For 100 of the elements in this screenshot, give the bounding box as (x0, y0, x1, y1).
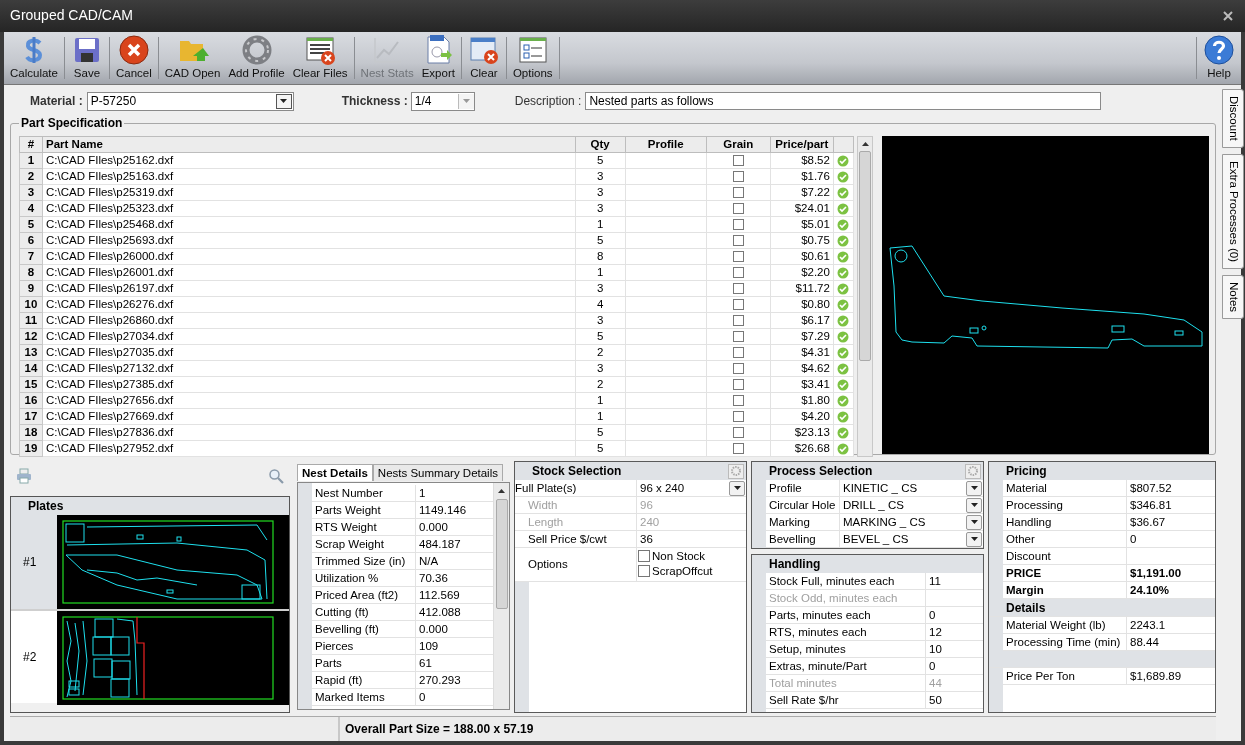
grain-checkbox[interactable] (732, 235, 744, 247)
table-cell: C:\CAD FIles\p25163.dxf (42, 168, 576, 185)
toolbar-button[interactable]: Options (508, 33, 557, 82)
side-tab[interactable]: Extra Processes (0) (1222, 153, 1244, 269)
table-cell: $26.68 (770, 440, 834, 457)
toolbar-button[interactable]: CAD Open (160, 33, 225, 82)
grain-checkbox[interactable] (732, 427, 744, 439)
property-name: PRICE (1003, 565, 1127, 582)
description-field[interactable]: Nested parts as follows (585, 92, 1102, 110)
table-cell: $0.75 (770, 232, 834, 249)
grain-checkbox[interactable] (732, 395, 744, 407)
section-title: Details (1006, 601, 1046, 615)
side-tab[interactable]: Notes (1222, 274, 1244, 319)
grain-checkbox[interactable] (732, 171, 744, 183)
property-name: Extras, minute/Part (766, 658, 926, 675)
toolbar-button[interactable]: Save (66, 33, 107, 82)
gear-icon (730, 465, 742, 477)
property-name: Parts (312, 655, 416, 672)
grain-checkbox[interactable] (732, 155, 744, 167)
grain-checkbox[interactable] (732, 299, 744, 311)
table-cell: 3 (575, 312, 626, 329)
dropdown-button[interactable] (966, 497, 982, 513)
panel-title: Stock Selection (532, 463, 622, 479)
status-check-icon (837, 330, 850, 343)
dropdown-button[interactable] (966, 531, 982, 547)
property-value: $1,689.89 (1130, 670, 1182, 682)
toolbar-button[interactable]: Add Profile (224, 33, 289, 82)
toolbar-button[interactable]: Export (417, 33, 459, 82)
table-cell: C:\CAD FIles\p27952.dxf (42, 440, 576, 457)
scrollbar[interactable] (493, 483, 509, 709)
table-cell: C:\CAD FIles\p26197.dxf (42, 280, 576, 297)
grain-checkbox[interactable] (732, 443, 744, 455)
search-icon[interactable] (268, 468, 284, 484)
grain-checkbox[interactable] (732, 379, 744, 391)
property-name: Length (515, 514, 637, 531)
table-cell: $8.52 (770, 152, 834, 169)
property-value: 44 (929, 677, 942, 689)
table-cell: $5.01 (770, 216, 834, 233)
grain-checkbox[interactable] (732, 251, 744, 263)
grain-checkbox[interactable] (732, 187, 744, 199)
dropdown-button[interactable] (729, 480, 745, 496)
property-name: Options (515, 548, 637, 582)
toolbar-button[interactable]: Help (1199, 33, 1239, 82)
caret-icon (732, 485, 742, 491)
property-name: RTS Weight (312, 519, 416, 536)
status-check-icon (837, 362, 850, 375)
tab[interactable]: Nests Summary Details (372, 464, 503, 481)
table-cell: C:\CAD FIles\p27034.dxf (42, 328, 576, 345)
grain-checkbox[interactable] (732, 347, 744, 359)
grain-checkbox[interactable] (732, 315, 744, 327)
table-cell: $7.22 (770, 184, 834, 201)
property-value: 24.10% (1130, 584, 1169, 596)
nest-drawing[interactable] (57, 611, 289, 705)
column-header: Price/part (770, 136, 834, 153)
property-name: Setup, minutes (766, 641, 926, 658)
arrow-up-icon[interactable] (497, 488, 506, 494)
field-label: Material : (30, 93, 83, 109)
status-check-icon (837, 218, 850, 231)
grain-checkbox[interactable] (732, 283, 744, 295)
arrow-up-icon[interactable] (860, 141, 870, 147)
property-value: 96 x 240 (640, 481, 685, 496)
nest-drawing[interactable] (57, 515, 289, 609)
property-value: MARKING _ CS (843, 515, 926, 530)
side-tab[interactable]: Discount (1222, 89, 1244, 148)
thickness-dropdown[interactable]: 1/4 (410, 91, 475, 111)
table-cell: $1.76 (770, 168, 834, 185)
grain-checkbox[interactable] (732, 411, 744, 423)
grain-checkbox[interactable] (732, 203, 744, 215)
dropdown-button[interactable] (966, 480, 982, 496)
checkbox[interactable] (638, 549, 650, 562)
property-name: Discount (1003, 548, 1127, 565)
toolbar-button[interactable]: Cancel (111, 33, 156, 82)
close-icon[interactable] (1223, 10, 1233, 21)
property-name: Other (1003, 531, 1127, 548)
table-cell: 3 (575, 200, 626, 217)
table-cell: 3 (575, 280, 626, 297)
material-dropdown[interactable]: P-57250 (86, 91, 294, 111)
property-name: Cutting (ft) (312, 604, 416, 621)
plate-label[interactable]: #1 (11, 515, 57, 609)
property-name: Parts, minutes each (766, 607, 926, 624)
property-name: Marked Items (312, 689, 416, 706)
table-cell: C:\CAD FIles\p26001.dxf (42, 264, 576, 281)
status-check-icon (837, 154, 850, 167)
grain-checkbox[interactable] (732, 331, 744, 343)
grain-checkbox[interactable] (732, 363, 744, 375)
property-name: Stock Odd, minutes each (766, 590, 926, 607)
printer-icon[interactable] (16, 468, 32, 484)
plate-label[interactable]: #2 (11, 611, 57, 703)
grain-checkbox[interactable] (732, 267, 744, 279)
tab[interactable]: Nest Details (297, 464, 373, 481)
dropdown-button[interactable] (966, 514, 982, 530)
grain-checkbox[interactable] (732, 219, 744, 231)
scrollbar[interactable] (857, 136, 873, 457)
checkbox[interactable] (638, 564, 650, 577)
table-cell: C:\CAD FIles\p25162.dxf (42, 152, 576, 169)
property-value: 96 (640, 498, 653, 513)
toolbar-button[interactable]: Calculate (6, 33, 62, 82)
property-name: Processing (1003, 497, 1127, 514)
toolbar-button[interactable]: Clear Files (288, 33, 352, 82)
toolbar-button[interactable]: Clear (463, 33, 504, 82)
